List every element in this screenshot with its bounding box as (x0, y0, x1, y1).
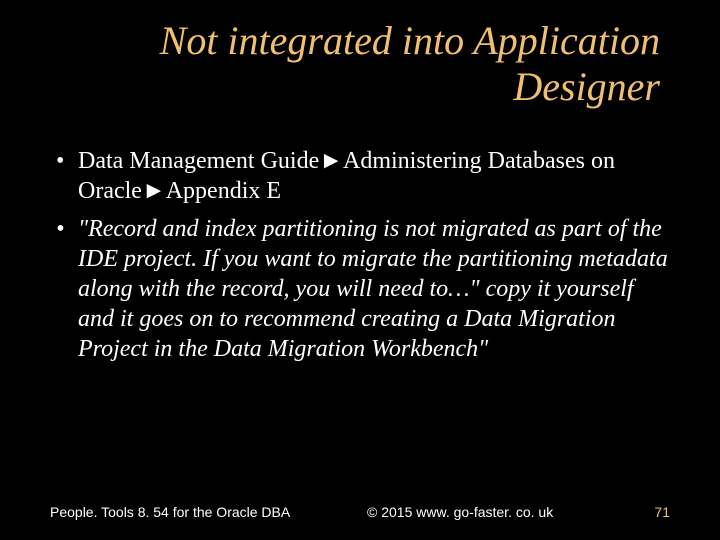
slide-title: Not integrated into Application Designer (0, 0, 720, 110)
list-item: "Record and index partitioning is not mi… (50, 214, 670, 364)
footer-left: People. Tools 8. 54 for the Oracle DBA (50, 504, 290, 520)
footer-center: © 2015 www. go-faster. co. uk (290, 504, 630, 520)
footer: People. Tools 8. 54 for the Oracle DBA ©… (0, 504, 720, 520)
bullet-text: Data Management Guide►Administering Data… (78, 148, 615, 204)
slide: Not integrated into Application Designer… (0, 0, 720, 540)
bullet-list: Data Management Guide►Administering Data… (50, 146, 670, 364)
bullet-text: "Record and index partitioning is not mi… (78, 216, 668, 362)
list-item: Data Management Guide►Administering Data… (50, 146, 670, 206)
footer-page-number: 71 (630, 504, 670, 520)
